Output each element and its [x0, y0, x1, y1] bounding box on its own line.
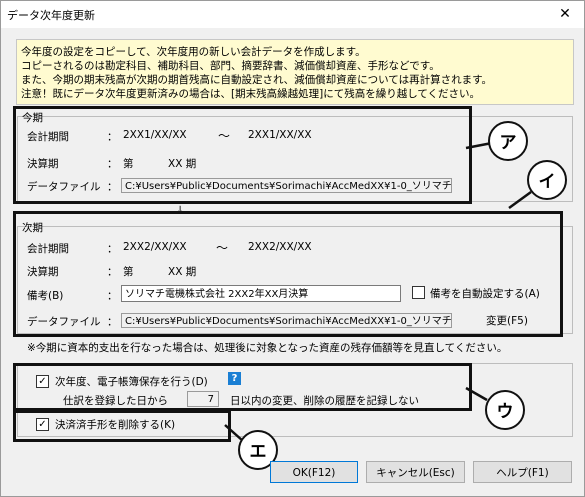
help-button[interactable]: ヘルプ(F1) — [473, 461, 572, 483]
callout-i: イ — [527, 160, 567, 200]
cancel-button[interactable]: キャンセル(Esc) — [366, 461, 465, 483]
ok-button[interactable]: OK(F12) — [270, 461, 358, 483]
callout-a: ア — [488, 121, 528, 161]
callout-u: ウ — [485, 390, 525, 430]
